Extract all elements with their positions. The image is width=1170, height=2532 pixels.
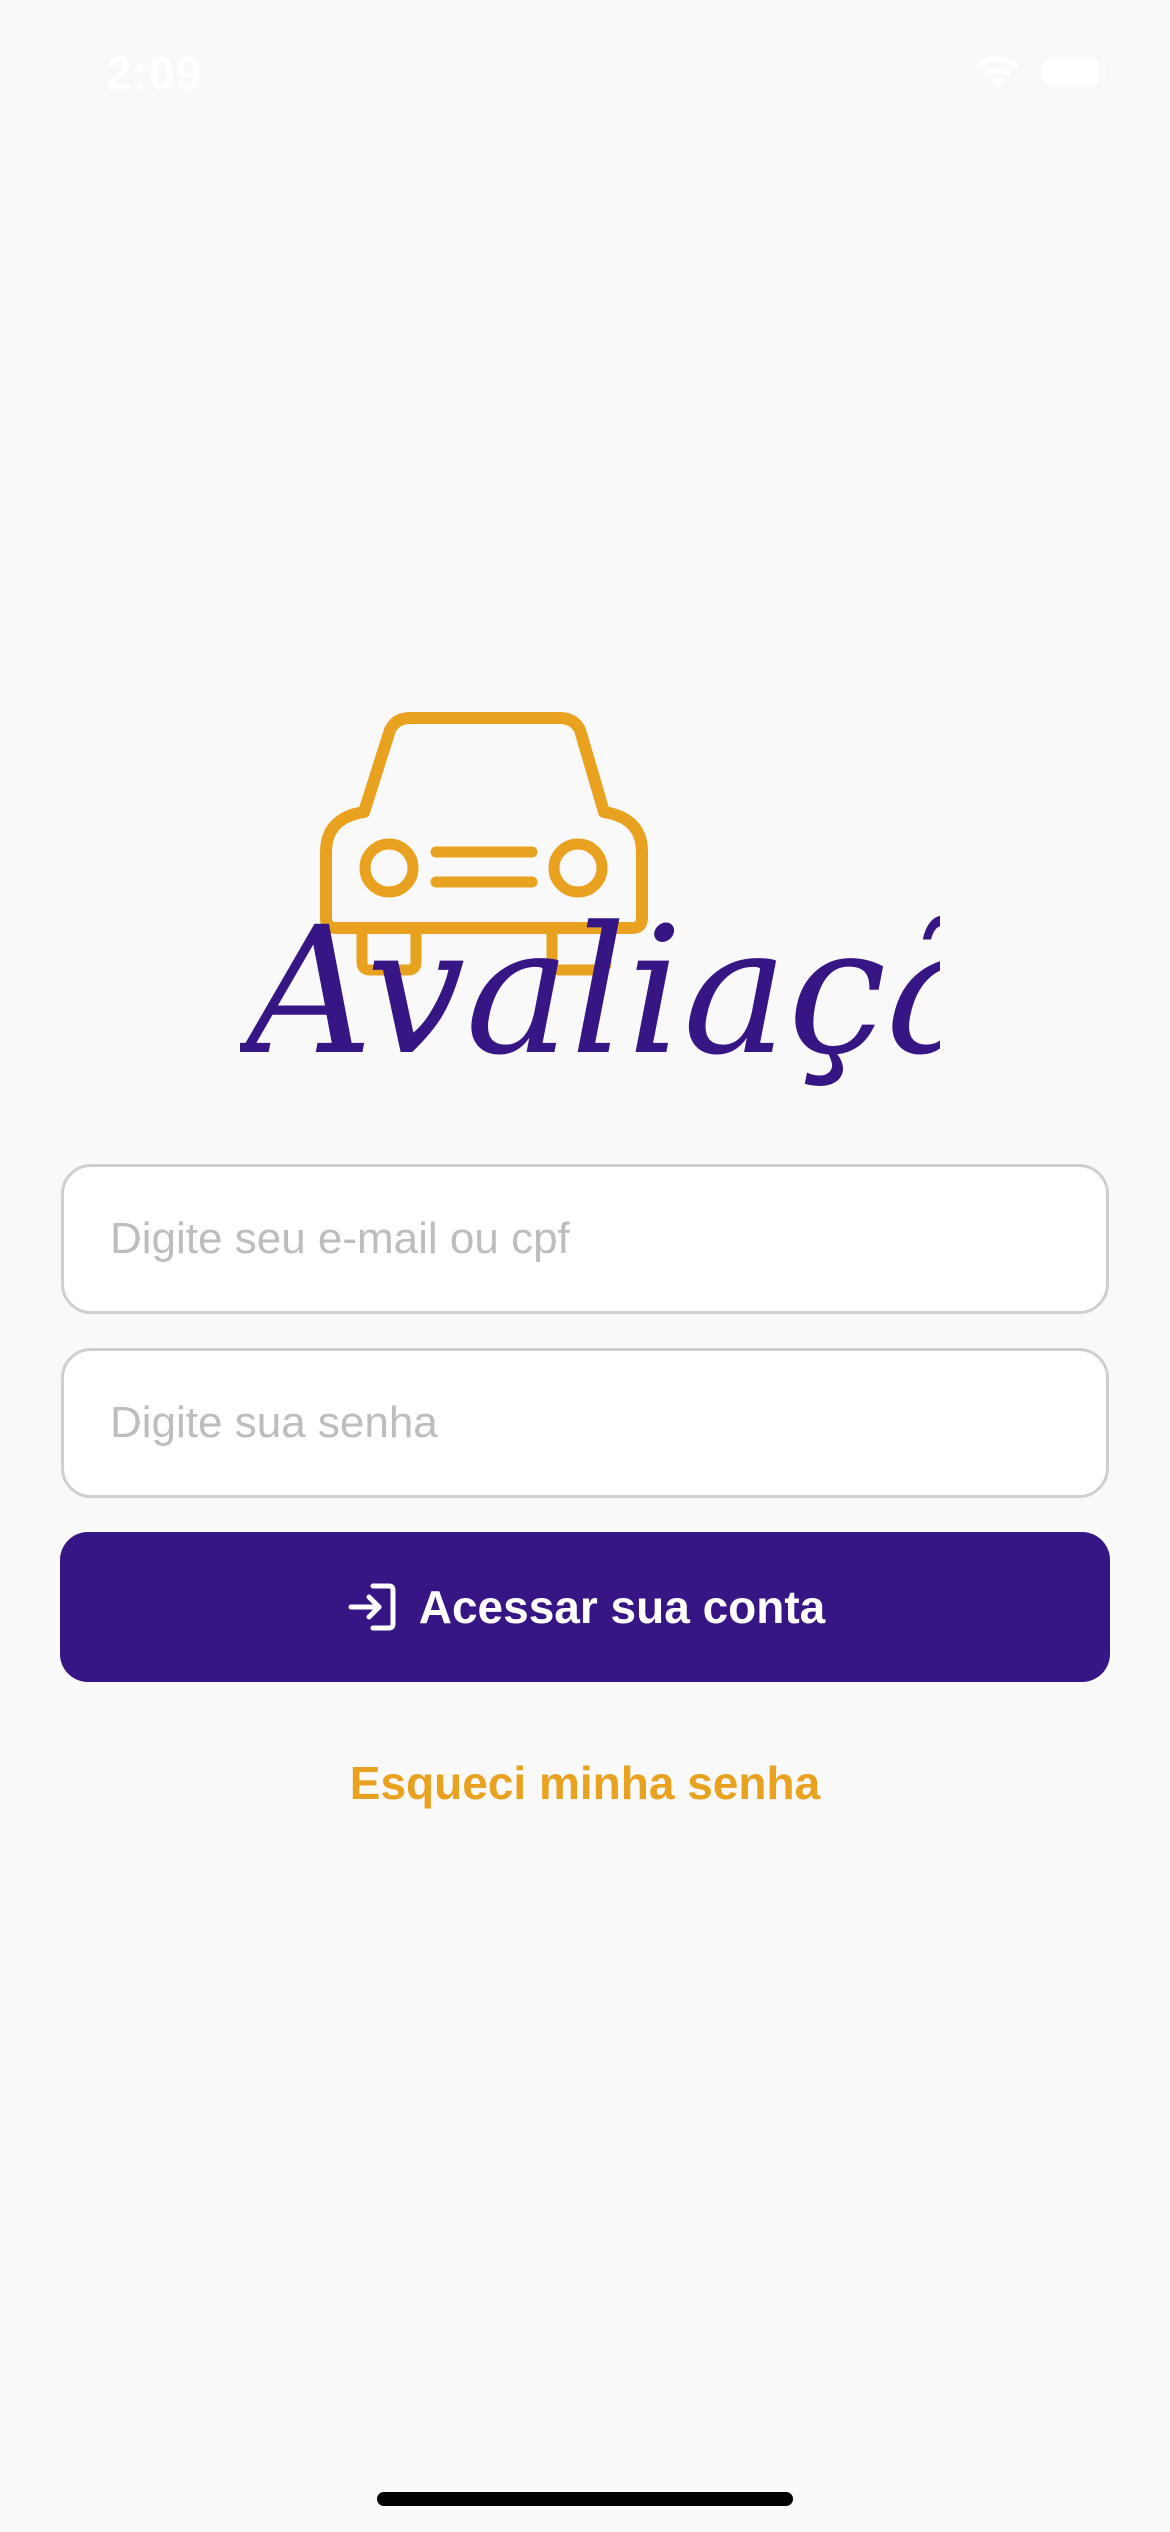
password-input[interactable] <box>64 1351 1106 1495</box>
status-bar: 2:09 <box>0 0 1170 140</box>
forgot-password-link[interactable]: Esqueci minha senha <box>0 1756 1170 1810</box>
home-indicator <box>377 2492 793 2506</box>
status-time: 2:09 <box>106 47 203 99</box>
login-button[interactable]: Acessar sua conta <box>60 1532 1110 1682</box>
logo-wordmark: Avaliação <box>240 889 940 1094</box>
wifi-icon <box>972 52 1024 90</box>
app-logo: Avaliação <box>240 700 940 1100</box>
car-icon: Avaliação <box>240 712 940 1094</box>
email-input[interactable] <box>64 1167 1106 1311</box>
login-button-label: Acessar sua conta <box>418 1581 826 1633</box>
password-field[interactable] <box>61 1348 1109 1498</box>
battery-icon <box>1042 58 1106 86</box>
login-icon <box>345 1580 399 1634</box>
forgot-password-label: Esqueci minha senha <box>349 1757 821 1809</box>
email-field[interactable] <box>61 1164 1109 1314</box>
